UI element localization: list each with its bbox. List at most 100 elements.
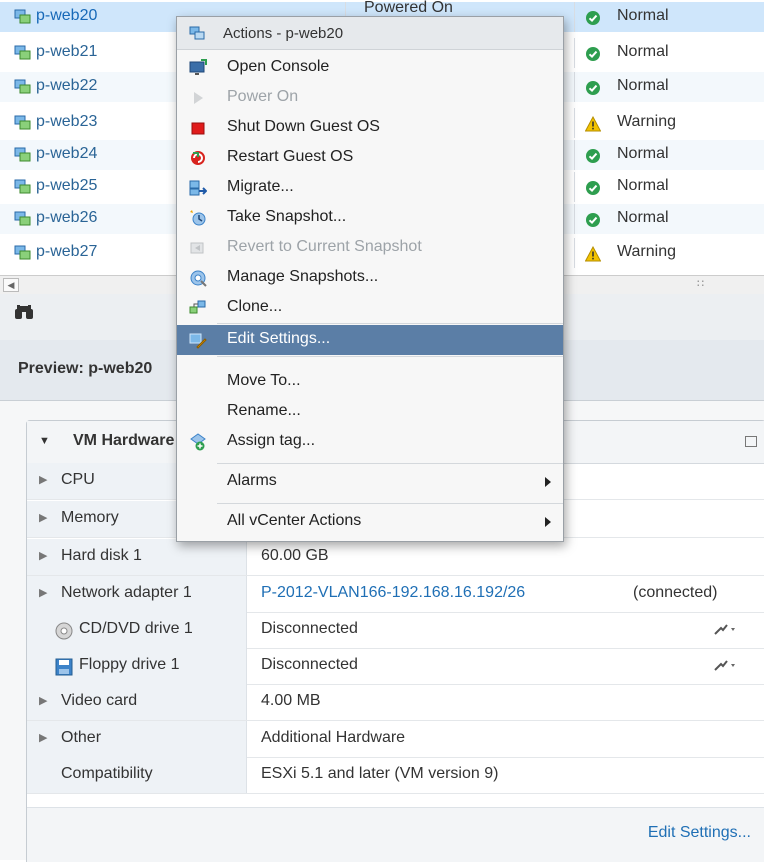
vm-status: Normal: [617, 77, 669, 94]
console-icon: [189, 59, 207, 75]
menu-item-take-snapshot[interactable]: Take Snapshot...: [177, 203, 563, 233]
hw-row-floppy[interactable]: Floppy drive 1 Disconnected: [27, 648, 764, 685]
menu-item-label: Power On: [227, 88, 299, 105]
menu-item-manage-snapshots[interactable]: Manage Snapshots...: [177, 263, 563, 293]
expand-arrow-icon[interactable]: ▶: [39, 731, 47, 744]
hw-value: Additional Hardware: [261, 729, 406, 746]
vm-status: Normal: [617, 209, 669, 226]
power-on-icon: [194, 92, 203, 104]
menu-item-clone[interactable]: Clone...: [177, 293, 563, 323]
submenu-arrow-icon: [545, 517, 551, 527]
menu-item-assign-tag[interactable]: Assign tag...: [177, 427, 563, 457]
edit-settings-link[interactable]: Edit Settings...: [648, 824, 751, 842]
hw-row-network-adapter[interactable]: ▶ Network adapter 1 P-2012-VLAN166-192.1…: [27, 576, 764, 613]
menu-item-label: Rename...: [227, 402, 301, 419]
expand-arrow-icon[interactable]: ▶: [39, 511, 47, 524]
vm-name[interactable]: p-web27: [36, 243, 97, 261]
preview-title: Preview: p-web20: [18, 360, 153, 377]
connection-status: (connected): [633, 584, 718, 601]
hw-label: CD/DVD drive 1: [79, 620, 193, 637]
menu-item-edit-settings[interactable]: Edit Settings...: [177, 325, 563, 355]
hw-row-compatibility: Compatibility ESXi 5.1 and later (VM ver…: [27, 757, 764, 794]
menu-item-rename[interactable]: Rename...: [177, 397, 563, 427]
vm-status-cell: Normal: [575, 38, 764, 68]
maximize-icon[interactable]: [745, 436, 757, 447]
expand-arrow-icon[interactable]: ▶: [39, 473, 47, 486]
hw-label-cell: Floppy drive 1: [27, 648, 247, 684]
expand-arrow-icon[interactable]: ▶: [39, 586, 47, 599]
hw-row-video-card[interactable]: ▶ Video card 4.00 MB: [27, 684, 764, 721]
menu-separator: [217, 356, 563, 357]
vm-status: Warning: [617, 113, 676, 130]
hw-value: 60.00 GB: [261, 547, 329, 564]
status-ok-icon: [586, 181, 600, 195]
connect-plug-icon[interactable]: [713, 622, 737, 639]
clone-icon: [189, 300, 206, 314]
expand-arrow-icon[interactable]: ▶: [39, 549, 47, 562]
menu-item-label: Shut Down Guest OS: [227, 118, 380, 135]
hw-label-cell: CD/DVD drive 1: [27, 612, 247, 648]
menu-item-label: Manage Snapshots...: [227, 268, 379, 285]
status-ok-icon: [586, 149, 600, 163]
collapse-caret-icon[interactable]: ▼: [39, 435, 50, 447]
vm-status-cell: Warning: [575, 238, 764, 268]
vm-name[interactable]: p-web21: [36, 43, 97, 61]
hw-label-cell: ▶ Hard disk 1: [27, 539, 247, 575]
vm-status: Normal: [617, 145, 669, 162]
status-ok-icon: [586, 47, 600, 61]
menu-item-open-console[interactable]: Open Console: [177, 53, 563, 83]
vm-status-cell: Normal: [575, 172, 764, 202]
context-menu-title: Actions - p-web20: [223, 25, 344, 42]
hw-row-other[interactable]: ▶ Other Additional Hardware: [27, 721, 764, 758]
menu-item-label: Migrate...: [227, 178, 294, 195]
vm-status-cell: Normal: [575, 2, 764, 32]
menu-item-shut-down-guest-os[interactable]: Shut Down Guest OS: [177, 113, 563, 143]
resize-grip-icon[interactable]: ∷: [697, 277, 704, 290]
assign-tag-icon: [190, 433, 206, 451]
vm-name[interactable]: p-web24: [36, 145, 97, 163]
menu-item-revert-snapshot[interactable]: Revert to Current Snapshot: [177, 233, 563, 263]
menu-item-label: Alarms: [227, 472, 277, 489]
menu-item-alarms[interactable]: Alarms: [177, 467, 563, 497]
vm-power-state: Powered On: [364, 0, 453, 16]
binoculars-icon[interactable]: [14, 304, 34, 325]
expand-arrow-icon[interactable]: ▶: [39, 694, 47, 707]
vm-name[interactable]: p-web23: [36, 113, 97, 131]
menu-separator: [217, 503, 563, 504]
hw-value: Disconnected: [261, 620, 358, 637]
vm-name[interactable]: p-web25: [36, 177, 97, 195]
vm-name[interactable]: p-web20: [36, 7, 97, 25]
hw-value: ESXi 5.1 and later (VM version 9): [261, 765, 499, 782]
vm-icon: [14, 115, 31, 130]
hw-label-cell: Compatibility: [27, 757, 247, 793]
connect-plug-icon[interactable]: [713, 658, 737, 675]
hw-label: Other: [61, 729, 102, 746]
hw-row-cd-dvd[interactable]: CD/DVD drive 1 Disconnected: [27, 612, 764, 649]
status-ok-icon: [586, 213, 600, 227]
vm-icon: [14, 211, 31, 226]
vm-name[interactable]: p-web22: [36, 77, 97, 95]
revert-snapshot-icon: [190, 242, 204, 254]
status-ok-icon: [586, 11, 600, 25]
network-link[interactable]: P-2012-VLAN166-192.168.16.192/26: [261, 584, 525, 602]
hw-row-hard-disk[interactable]: ▶ Hard disk 1 60.00 GB: [27, 539, 764, 576]
warning-icon: [585, 116, 601, 132]
context-menu-header: Actions - p-web20: [177, 17, 563, 50]
vm-hardware-footer: Edit Settings...: [27, 807, 764, 862]
menu-item-move-to[interactable]: Move To...: [177, 367, 563, 397]
vm-status-cell: Normal: [575, 72, 764, 102]
menu-item-migrate[interactable]: Migrate...: [177, 173, 563, 203]
menu-separator: [217, 463, 563, 464]
vm-icon: [14, 245, 31, 260]
menu-item-restart-guest-os[interactable]: Restart Guest OS: [177, 143, 563, 173]
scroll-left-icon[interactable]: ◀: [3, 278, 19, 292]
menu-item-label: All vCenter Actions: [227, 512, 362, 529]
hw-label: Network adapter 1: [61, 584, 192, 601]
submenu-arrow-icon: [545, 477, 551, 487]
vm-name[interactable]: p-web26: [36, 209, 97, 227]
vm-status-cell: Normal: [575, 140, 764, 170]
menu-item-power-on[interactable]: Power On: [177, 83, 563, 113]
hw-label-cell: ▶ Video card: [27, 684, 247, 720]
restart-icon: [191, 151, 205, 165]
menu-item-all-vcenter-actions[interactable]: All vCenter Actions: [177, 507, 563, 537]
